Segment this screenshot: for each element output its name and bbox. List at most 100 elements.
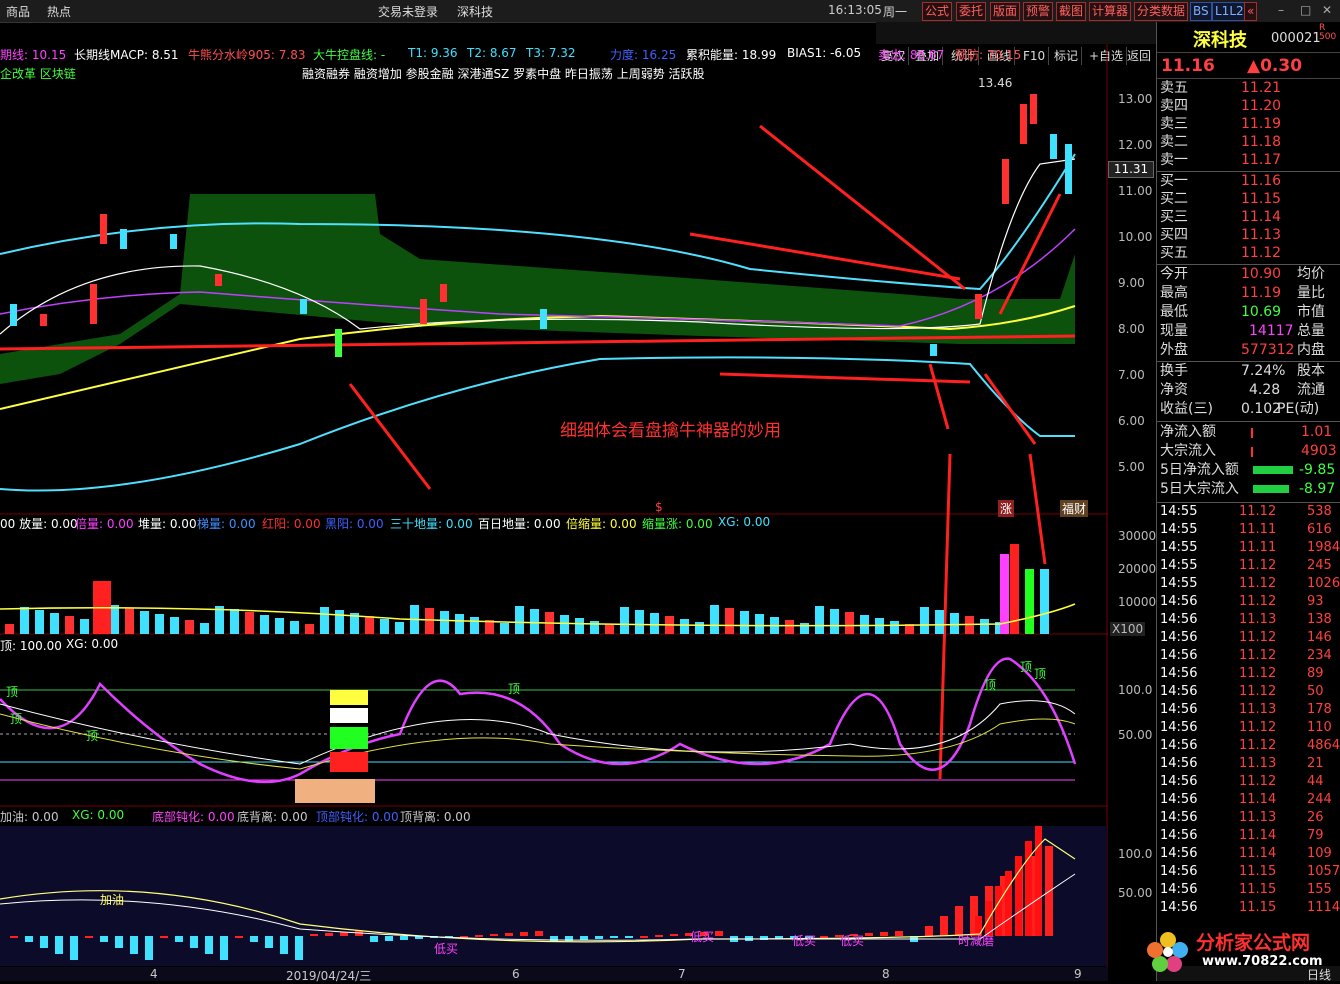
close-icon[interactable]: ✕ [1322,3,1332,17]
oscillator-tick: 50.00 [1118,728,1153,742]
tick-row: 14:56 11.12 93 [1157,593,1340,611]
stat-label: 总量 [1297,323,1325,339]
tick-row: 14:56 11.12 89 [1157,665,1340,683]
flow-value: -8.97 [1299,481,1336,497]
tab-commodity[interactable]: 商品 [6,3,30,20]
volume-bar [740,611,749,634]
volume-bar [5,624,14,634]
tick-time: 14:55 [1160,504,1198,519]
macd-bar [295,936,303,960]
stat-label: 收益(三) [1160,401,1213,417]
minimize-icon[interactable]: – [1278,3,1284,17]
macd-bar [580,936,588,940]
tick-list[interactable]: 14:55 11.12 538 14:55 11.11 616 14:55 11.11 1984… [1157,503,1340,963]
candle [420,299,427,324]
tick-price: 11.12 [1239,720,1277,735]
stat-row: 最低 10.69 市值 [1157,303,1340,322]
macd-bar [1005,871,1012,936]
stat-label: 股本 [1297,363,1325,379]
layout-button[interactable]: 版面 [990,2,1021,21]
volume-bar [470,617,479,634]
red-arrow [689,232,961,281]
top-signal-label: 顶 [10,712,23,726]
stat-row: 换手 7.24% 股本 [1157,362,1340,381]
tick-price: 11.12 [1239,558,1277,573]
tick-volume: 234 [1307,648,1332,663]
clock: 16:13:05 [828,3,882,17]
double-left-arrow-icon[interactable]: « [1244,2,1258,21]
tab-hotspot[interactable]: 热点 [47,3,71,20]
macd-tick: 100.0 [1118,847,1153,861]
volume-bar [1040,569,1049,634]
macd-bar [370,936,378,942]
ask-label: 卖一 [1160,152,1188,168]
macd-bar [595,936,603,939]
d-line [0,700,1076,765]
tick-price: 11.12 [1239,594,1277,609]
macd-bar [865,933,873,936]
quote-panel: 深科技 000021 R 500 11.16 ▲0.30 卖五 11.21 卖四 1… [1156,22,1340,982]
calculator-button[interactable]: 计算器 [1089,2,1132,21]
bs-button[interactable]: BS [1190,2,1212,21]
tick-volume: 538 [1307,504,1332,519]
lower-band-line [0,356,1075,492]
formula-button[interactable]: 公式 [922,2,953,21]
tick-volume: 93 [1307,594,1324,609]
candle [540,309,547,329]
legend-item: T1: 9.36 [408,46,458,60]
tick-time: 14:56 [1160,612,1198,627]
macd-bar [995,886,1002,936]
chart-canvas[interactable] [0,44,1108,981]
price-tick: 7.00 [1118,368,1145,382]
watermark-url: www.70822.com [1202,954,1323,969]
alert-button[interactable]: 预警 [1023,2,1054,21]
category-data-button[interactable]: 分类数据 [1134,2,1189,21]
tick-volume: 146 [1307,630,1332,645]
restore-icon[interactable]: □ [1300,3,1311,17]
price-tick: 9.00 [1118,276,1145,290]
macd-bar [385,936,393,941]
chart-toolbar: 复权 叠加 统计 画线 F10 标记 +自选 返回 [876,22,1156,65]
k-line [0,657,1077,784]
back-button[interactable]: 返回 [1124,47,1154,65]
volume-bar [500,623,509,634]
ask-row: 卖五 11.21 [1157,79,1340,98]
bid-label: 买四 [1160,227,1188,243]
stat-label: 市值 [1297,304,1325,320]
ask-price: 11.20 [1241,98,1282,114]
tick-row: 14:56 11.12 50 [1157,683,1340,701]
macd-bar [250,936,258,942]
volume-bar [1025,569,1034,634]
stat-label: 现量 [1160,323,1188,339]
entrust-button[interactable]: 委托 [956,2,987,21]
tick-time: 14:56 [1160,828,1198,843]
tick-volume: 50 [1307,684,1324,699]
legend-item: 顶背离: 0.00 [400,810,471,824]
login-status[interactable]: 交易未登录 [378,3,438,20]
legend-item: 长期线MACP: 8.51 [74,48,179,62]
macd-background [0,826,1107,966]
flow-value: 4903 [1301,443,1337,459]
volume-bar [140,611,149,634]
tick-price: 11.13 [1239,810,1277,825]
tick-volume: 1026 [1307,576,1340,591]
kline-chart-area[interactable] [0,44,1108,981]
bid-price: 11.13 [1241,227,1282,243]
bid-price: 11.16 [1241,173,1282,189]
flow-row: 大宗流入 4903 [1157,442,1340,461]
order-book: 卖五 11.21 卖四 11.20 卖三 11.19 卖二 11.18 卖一 11.17 … [1157,79,1340,264]
dollar-icon: $ [655,500,663,514]
stock-tags: 融资融券 融资增加 参股金融 深港通SZ 罗素中盘 昨日振荡 上周弱势 活跃股 [302,67,705,81]
screenshot-button[interactable]: 截图 [1056,2,1087,21]
legend-item: T3: 7.32 [526,46,576,60]
bid-label: 买一 [1160,173,1188,189]
date-tick: 2019/04/24/三 [286,969,372,983]
stat-row: 今开 10.90 均价 [1157,265,1340,284]
stat-label: 净资 [1160,382,1188,398]
l1l2-button[interactable]: L1L2 [1212,2,1247,21]
tick-volume: 1984 [1307,540,1340,555]
tick-row: 14:56 11.12 44 [1157,773,1340,791]
volume-tick: 10000 [1118,595,1157,609]
macd-bar [520,932,528,936]
stat-value: 7.24% [1241,363,1286,379]
